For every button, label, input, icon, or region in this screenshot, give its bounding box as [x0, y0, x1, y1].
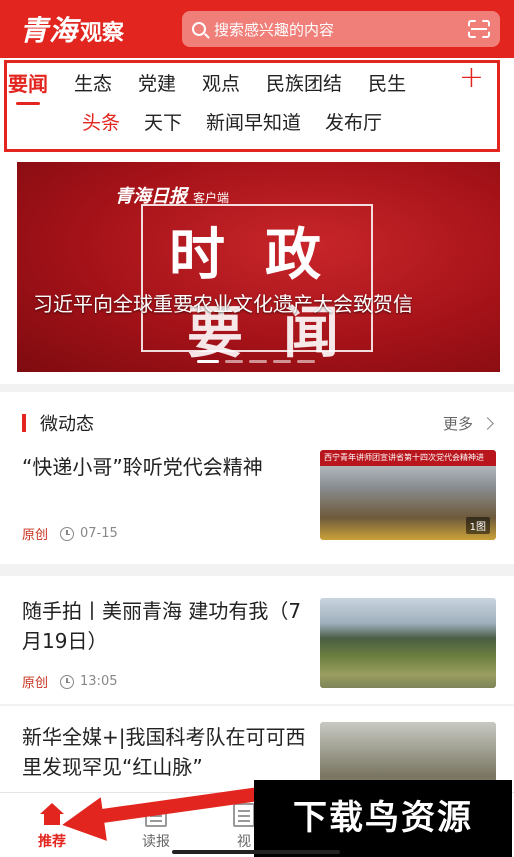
subtab-fabuting[interactable]: 发布厅	[325, 108, 382, 135]
nav-label: 视	[237, 834, 251, 850]
news-meta: 原创 13:05	[22, 672, 117, 691]
section-header: 微动态 更多	[22, 410, 494, 436]
subtab-tianxia[interactable]: 天下	[144, 108, 182, 135]
carousel-dot[interactable]	[249, 360, 267, 363]
banner-big-text-1: 时政	[169, 222, 361, 288]
watermark: 下载鸟资源	[254, 780, 512, 857]
scan-icon[interactable]	[468, 20, 490, 38]
channel-row-secondary: 头条 天下 新闻早知道 发布厅	[82, 108, 406, 135]
news-title[interactable]: 随手拍丨美丽青海 建功有我（7月19日）	[22, 596, 308, 656]
banner-caption: 习近平向全球重要农业文化遗产大会致贺信	[33, 292, 413, 316]
tab-yaowen[interactable]: 要闻	[8, 68, 48, 105]
logo-main-text: 青海	[20, 14, 79, 47]
news-time: 07-15	[80, 526, 118, 541]
chevron-right-icon[interactable]	[481, 416, 494, 430]
banner-container: 青海日报 客户端 时政 要闻 习近平向全球重要农业文化遗产大会致贺信	[0, 156, 514, 384]
more-link[interactable]: 更多	[443, 413, 473, 434]
news-title[interactable]: 新华全媒+|我国科考队在可可西里发现罕见“红山脉”	[22, 722, 308, 782]
thumbnail-banner-text: 西宁青年讲师团宣讲省第十四次党代会精神进	[320, 450, 496, 466]
clock-icon	[60, 526, 75, 541]
carousel-dots	[197, 360, 321, 363]
clock-icon	[60, 674, 75, 689]
search-bar[interactable]: 搜索感兴趣的内容	[182, 11, 500, 47]
news-thumbnail[interactable]: 西宁青年讲师团宣讲省第十四次党代会精神进 1图	[320, 450, 496, 540]
tab-minsheng[interactable]: 民生	[368, 69, 406, 96]
channel-row-primary: 要闻 生态 党建 观点 民族团结 民生 +	[8, 60, 488, 105]
news-item[interactable]: 随手拍丨美丽青海 建功有我（7月19日） 原创 13:05	[0, 576, 514, 704]
news-tag: 原创	[22, 676, 49, 691]
tab-minzutuanjie[interactable]: 民族团结	[266, 69, 342, 96]
micro-news-section: 微动态 更多 “快递小哥”聆听党代会精神 原创 07-15 西宁青年讲师团宣讲省…	[0, 392, 514, 564]
app-screen: 青海 观察 搜索感兴趣的内容 要闻 生态 党建 观点 民族团结 民生 + 头条 …	[0, 0, 514, 857]
headline-banner[interactable]: 青海日报 客户端 时政 要闻 习近平向全球重要农业文化遗产大会致贺信	[17, 162, 500, 372]
tab-guandian[interactable]: 观点	[202, 69, 240, 96]
news-meta: 原创 07-15	[22, 524, 118, 543]
news-title[interactable]: “快递小哥”聆听党代会精神	[22, 452, 308, 482]
search-placeholder: 搜索感兴趣的内容	[214, 20, 335, 39]
logo-sub-text: 观察	[80, 20, 125, 46]
news-item[interactable]: “快递小哥”聆听党代会精神 原创 07-15 西宁青年讲师团宣讲省第十四次党代会…	[0, 444, 514, 564]
subtab-xinwenzaozhidao[interactable]: 新闻早知道	[206, 108, 301, 135]
nav-label: 读报	[142, 834, 170, 850]
banner-brand-sub: 客户端	[193, 191, 230, 205]
home-indicator	[172, 850, 340, 854]
tab-dangjian[interactable]: 党建	[138, 69, 176, 96]
search-icon	[192, 22, 206, 36]
image-count-badge: 1图	[465, 517, 490, 534]
top-header: 青海 观察 搜索感兴趣的内容	[0, 0, 514, 58]
carousel-dot[interactable]	[273, 360, 291, 363]
channel-tabs: 要闻 生态 党建 观点 民族团结 民生 + 头条 天下 新闻早知道 发布厅	[0, 58, 514, 156]
carousel-dot[interactable]	[297, 360, 315, 363]
subtab-toutiao[interactable]: 头条	[82, 108, 120, 135]
nav-label: 推荐	[38, 834, 66, 850]
add-channel-icon[interactable]: +	[459, 60, 484, 95]
annotation-arrow-head	[59, 797, 107, 847]
video-icon	[233, 803, 255, 827]
news-thumbnail[interactable]	[320, 598, 496, 688]
news-tag: 原创	[22, 528, 49, 543]
section-title: 微动态	[40, 414, 94, 435]
tab-shengtai[interactable]: 生态	[74, 69, 112, 96]
section-marker	[22, 414, 26, 432]
news-time: 13:05	[80, 674, 118, 689]
app-logo: 青海 观察	[20, 9, 170, 49]
carousel-dot[interactable]	[197, 360, 219, 363]
carousel-dot[interactable]	[225, 360, 243, 363]
